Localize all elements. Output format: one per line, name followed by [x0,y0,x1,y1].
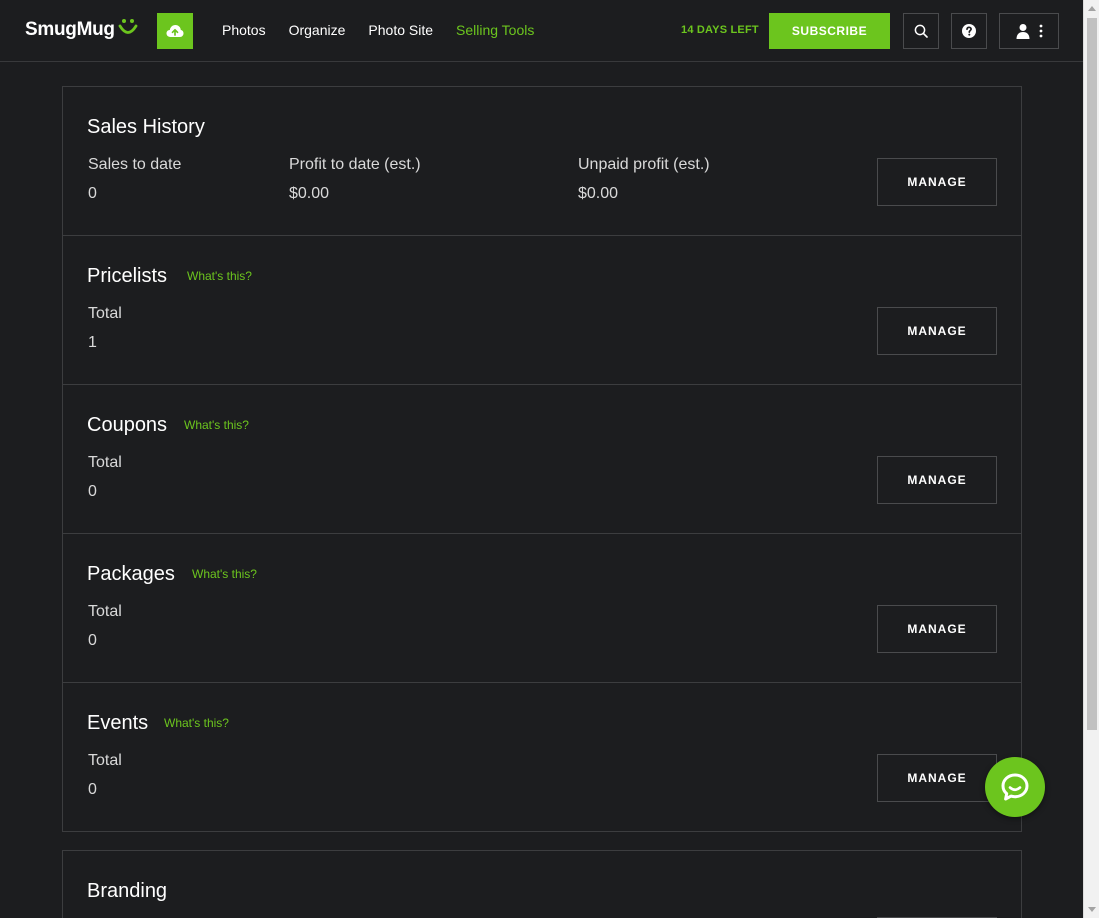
nav-organize[interactable]: Organize [289,21,346,39]
section-title: Branding [87,880,168,902]
logo-text: SmugMug [25,19,115,40]
stat-value-total: 1 [88,334,97,351]
manage-packages-button[interactable]: MANAGE [877,605,997,653]
manage-events-button[interactable]: MANAGE [877,754,997,802]
smile-logo-icon [118,19,138,34]
stat-label-profit: Profit to date (est.) [289,156,421,173]
manage-coupons-button[interactable]: MANAGE [877,456,997,504]
stat-label-total: Total [88,603,122,620]
section-title: Sales History [87,116,205,138]
main-nav: Photos Organize Photo Site Selling Tools [222,21,557,39]
events-section: Events What's this? Total 0 MANAGE [63,683,1021,831]
sales-history-section: Sales History Sales to date 0 Profit to … [63,87,1021,236]
packages-section: Packages What's this? Total 0 MANAGE [63,534,1021,683]
stat-label-sales: Sales to date [88,156,182,173]
whats-this-link[interactable]: What's this? [164,716,229,730]
cloud-upload-icon [166,25,184,37]
subscribe-button[interactable]: SUBSCRIBE [769,13,890,49]
vertical-scrollbar[interactable] [1083,0,1099,918]
stat-value-sales: 0 [88,185,97,202]
stat-value-profit: $0.00 [289,185,330,202]
manage-pricelists-button[interactable]: MANAGE [877,307,997,355]
pricelists-section: Pricelists What's this? Total 1 MANAGE [63,236,1021,385]
scroll-down-arrow-icon[interactable] [1088,907,1096,912]
section-title: Pricelists [87,265,168,287]
account-menu-button[interactable] [999,13,1059,49]
stat-value-total: 0 [88,632,97,649]
stat-value-total: 0 [88,781,97,798]
nav-photos[interactable]: Photos [222,21,266,39]
scrollbar-thumb[interactable] [1087,18,1097,730]
section-title: Coupons [87,414,168,436]
section-title: Events [87,712,149,734]
nav-selling-tools[interactable]: Selling Tools [456,21,534,39]
scroll-up-arrow-icon[interactable] [1088,6,1096,11]
stat-label-unpaid: Unpaid profit (est.) [578,156,710,173]
section-title: Packages [87,563,175,585]
stat-label-total: Total [88,752,122,769]
help-button[interactable] [951,13,987,49]
whats-this-link[interactable]: What's this? [184,418,249,432]
top-navigation-bar: SmugMug Photos Organize Photo Site Selli… [0,0,1083,62]
nav-photo-site[interactable]: Photo Site [368,21,433,39]
manage-sales-history-button[interactable]: MANAGE [877,158,997,206]
search-icon [914,24,928,38]
smugmug-logo[interactable]: SmugMug [25,19,138,41]
chat-bubble-icon [1001,773,1029,801]
search-button[interactable] [903,13,939,49]
user-icon [1016,24,1030,39]
whats-this-link[interactable]: What's this? [192,567,257,581]
chat-support-button[interactable] [985,757,1045,817]
whats-this-link[interactable]: What's this? [187,269,252,283]
kebab-menu-icon [1039,24,1043,38]
stat-label-total: Total [88,454,122,471]
upload-button[interactable] [157,13,193,49]
stat-value-unpaid: $0.00 [578,185,619,202]
question-circle-icon [962,24,976,38]
stat-value-total: 0 [88,483,97,500]
selling-tools-panel: Sales History Sales to date 0 Profit to … [62,86,1022,832]
stat-label-total: Total [88,305,122,322]
trial-days-left: 14 DAYS LEFT [681,24,759,36]
branding-section: Branding [62,850,1022,918]
coupons-section: Coupons What's this? Total 0 MANAGE [63,385,1021,534]
